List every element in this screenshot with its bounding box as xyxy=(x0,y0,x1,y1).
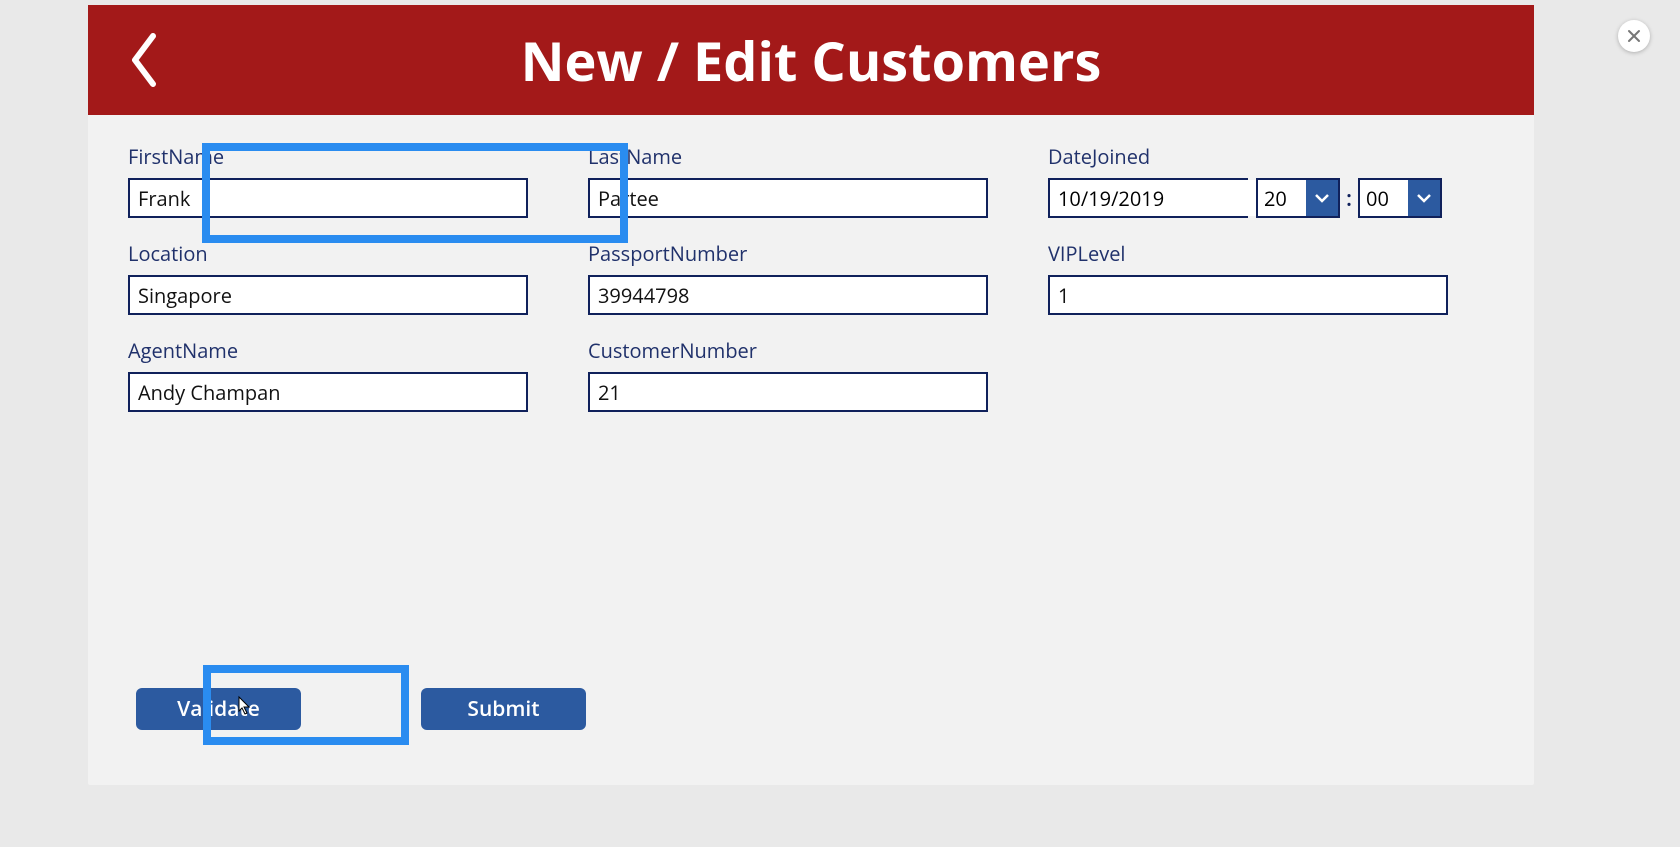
field-location: Location xyxy=(128,240,528,315)
field-passportnumber: PassportNumber xyxy=(588,240,988,315)
form-card: New / Edit Customers FirstName LastName … xyxy=(88,5,1534,785)
date-input-wrap xyxy=(1048,178,1248,218)
field-viplevel: VIPLevel xyxy=(1048,240,1448,315)
close-icon xyxy=(1627,29,1641,43)
viplevel-label: VIPLevel xyxy=(1048,240,1448,267)
lastname-input[interactable] xyxy=(588,178,988,218)
chevron-down-icon xyxy=(1416,193,1432,203)
agentname-label: AgentName xyxy=(128,337,528,364)
validate-button[interactable]: Validate xyxy=(136,688,301,730)
submit-button[interactable]: Submit xyxy=(421,688,586,730)
chevron-left-icon xyxy=(127,30,159,90)
datejoined-label: DateJoined xyxy=(1048,143,1448,170)
form-row-3: AgentName CustomerNumber xyxy=(128,337,1494,412)
customernumber-label: CustomerNumber xyxy=(588,337,988,364)
minute-value: 00 xyxy=(1360,180,1408,216)
firstname-label: FirstName xyxy=(128,143,528,170)
lastname-label: LastName xyxy=(588,143,988,170)
page-title: New / Edit Customers xyxy=(88,23,1534,97)
hour-value: 20 xyxy=(1258,180,1306,216)
form-row-2: Location PassportNumber VIPLevel xyxy=(128,240,1494,315)
button-row: Validate Submit xyxy=(136,688,586,730)
agentname-input[interactable] xyxy=(128,372,528,412)
minute-dropdown-button[interactable] xyxy=(1408,180,1440,216)
field-customernumber: CustomerNumber xyxy=(588,337,988,412)
location-input[interactable] xyxy=(128,275,528,315)
passportnumber-label: PassportNumber xyxy=(588,240,988,267)
viplevel-input[interactable] xyxy=(1048,275,1448,315)
back-button[interactable] xyxy=(118,25,168,95)
minute-select[interactable]: 00 xyxy=(1358,178,1442,218)
form-row-1: FirstName LastName DateJoined xyxy=(128,143,1494,218)
hour-select[interactable]: 20 xyxy=(1256,178,1340,218)
datejoined-group: 20 : 00 xyxy=(1048,178,1448,218)
field-agentname: AgentName xyxy=(128,337,528,412)
field-firstname: FirstName xyxy=(128,143,528,218)
close-button[interactable] xyxy=(1618,20,1650,52)
form-area: FirstName LastName DateJoined xyxy=(88,115,1534,412)
time-separator: : xyxy=(1346,183,1352,213)
hour-dropdown-button[interactable] xyxy=(1306,180,1338,216)
chevron-down-icon xyxy=(1314,193,1330,203)
customernumber-input[interactable] xyxy=(588,372,988,412)
location-label: Location xyxy=(128,240,528,267)
field-datejoined: DateJoined xyxy=(1048,143,1448,218)
field-lastname: LastName xyxy=(588,143,988,218)
firstname-input[interactable] xyxy=(128,178,528,218)
form-header: New / Edit Customers xyxy=(88,5,1534,115)
passportnumber-input[interactable] xyxy=(588,275,988,315)
